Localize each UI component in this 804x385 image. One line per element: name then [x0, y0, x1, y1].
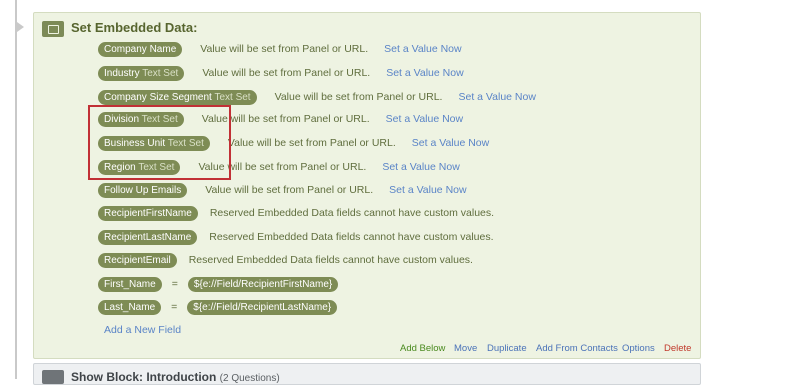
embedded-data-block: Set Embedded Data: Company Name Value wi…	[33, 12, 701, 359]
block-icon	[42, 370, 64, 384]
field-value-pill[interactable]: ${e://Field/RecipientLastName}	[187, 299, 338, 315]
field-name: Follow Up Emails	[104, 184, 182, 196]
field-name: RecipientLastName	[104, 231, 192, 243]
add-below-link[interactable]: Add Below	[400, 343, 445, 357]
field-description: Reserved Embedded Data fields cannot hav…	[188, 254, 473, 266]
next-block-title: Show Block: Introduction (2 Questions)	[71, 370, 280, 384]
set-value-link[interactable]: Set a Value Now	[389, 184, 466, 196]
field-description: Value will be set from Panel or URL.	[227, 137, 396, 149]
block-title: Set Embedded Data:	[71, 20, 198, 35]
set-value-link[interactable]: Set a Value Now	[382, 161, 459, 173]
move-link[interactable]: Move	[454, 343, 477, 357]
set-value-link[interactable]: Set a Value Now	[384, 43, 461, 55]
field-pill-recipient-first-name[interactable]: RecipientFirstName	[98, 205, 198, 221]
field-row: RecipientFirstName Reserved Embedded Dat…	[98, 205, 494, 221]
field-pill-company-name[interactable]: Company Name	[98, 41, 183, 57]
field-name: Last_Name	[104, 301, 156, 313]
show-block-introduction[interactable]: Show Block: Introduction (2 Questions)	[33, 363, 701, 385]
field-description: Reserved Embedded Data fields cannot hav…	[209, 231, 494, 243]
field-type: Text Set	[142, 67, 179, 79]
field-type: Text Set	[214, 91, 251, 103]
field-name: RecipientEmail	[104, 254, 171, 266]
field-pill-last-name[interactable]: Last_Name	[98, 299, 162, 315]
field-description: Value will be set from Panel or URL.	[274, 91, 443, 103]
field-pill-industry[interactable]: Industry Text Set	[98, 65, 185, 81]
field-description: Value will be set from Panel or URL.	[200, 43, 369, 55]
flow-connector-line	[15, 0, 17, 379]
field-value-pill[interactable]: ${e://Field/RecipientFirstName}	[187, 276, 339, 292]
field-description: Reserved Embedded Data fields cannot hav…	[209, 207, 495, 219]
field-name: First_Name	[104, 278, 156, 290]
flow-arrow-icon	[17, 22, 24, 32]
field-name: Company Size Segment	[104, 91, 212, 103]
options-link[interactable]: Options	[622, 343, 655, 357]
field-pill-first-name[interactable]: First_Name	[98, 276, 162, 292]
set-value-link[interactable]: Set a Value Now	[386, 113, 463, 125]
field-name: Industry	[104, 67, 140, 79]
field-pill-company-size-segment[interactable]: Company Size Segment Text Set	[98, 89, 257, 105]
delete-link[interactable]: Delete	[664, 343, 691, 357]
field-row: Follow Up Emails Value will be set from …	[98, 182, 467, 198]
field-description: Value will be set from Panel or URL.	[205, 184, 374, 196]
field-row: Company Size Segment Text Set Value will…	[98, 89, 536, 105]
field-name: Company Name	[104, 43, 177, 55]
add-new-field-link[interactable]: Add a New Field	[104, 324, 181, 336]
duplicate-link[interactable]: Duplicate	[487, 343, 527, 357]
next-block-title-text: Show Block: Introduction	[71, 370, 217, 384]
field-pill-follow-up-emails[interactable]: Follow Up Emails	[98, 182, 188, 198]
field-description: Value will be set from Panel or URL.	[202, 67, 371, 79]
field-pill-recipient-last-name[interactable]: RecipientLastName	[98, 229, 198, 245]
equals-sign: =	[171, 301, 178, 313]
field-row: Company Name Value will be set from Pane…	[98, 41, 462, 57]
set-value-link[interactable]: Set a Value Now	[458, 91, 535, 103]
add-field-row: Add a New Field	[104, 322, 181, 338]
add-from-contacts-link[interactable]: Add From Contacts	[536, 343, 618, 357]
assignment-row: First_Name = ${e://Field/RecipientFirstN…	[98, 276, 339, 292]
equals-sign: =	[171, 278, 178, 290]
embedded-data-icon	[42, 21, 64, 37]
highlight-box	[88, 105, 231, 180]
set-value-link[interactable]: Set a Value Now	[412, 137, 489, 149]
field-pill-recipient-email[interactable]: RecipientEmail	[98, 252, 177, 268]
field-row: RecipientLastName Reserved Embedded Data…	[98, 229, 494, 245]
field-name: RecipientFirstName	[104, 207, 192, 219]
field-row: RecipientEmail Reserved Embedded Data fi…	[98, 252, 473, 268]
assignment-row: Last_Name = ${e://Field/RecipientLastNam…	[98, 299, 338, 315]
set-value-link[interactable]: Set a Value Now	[386, 67, 463, 79]
field-row: Industry Text Set Value will be set from…	[98, 65, 464, 81]
